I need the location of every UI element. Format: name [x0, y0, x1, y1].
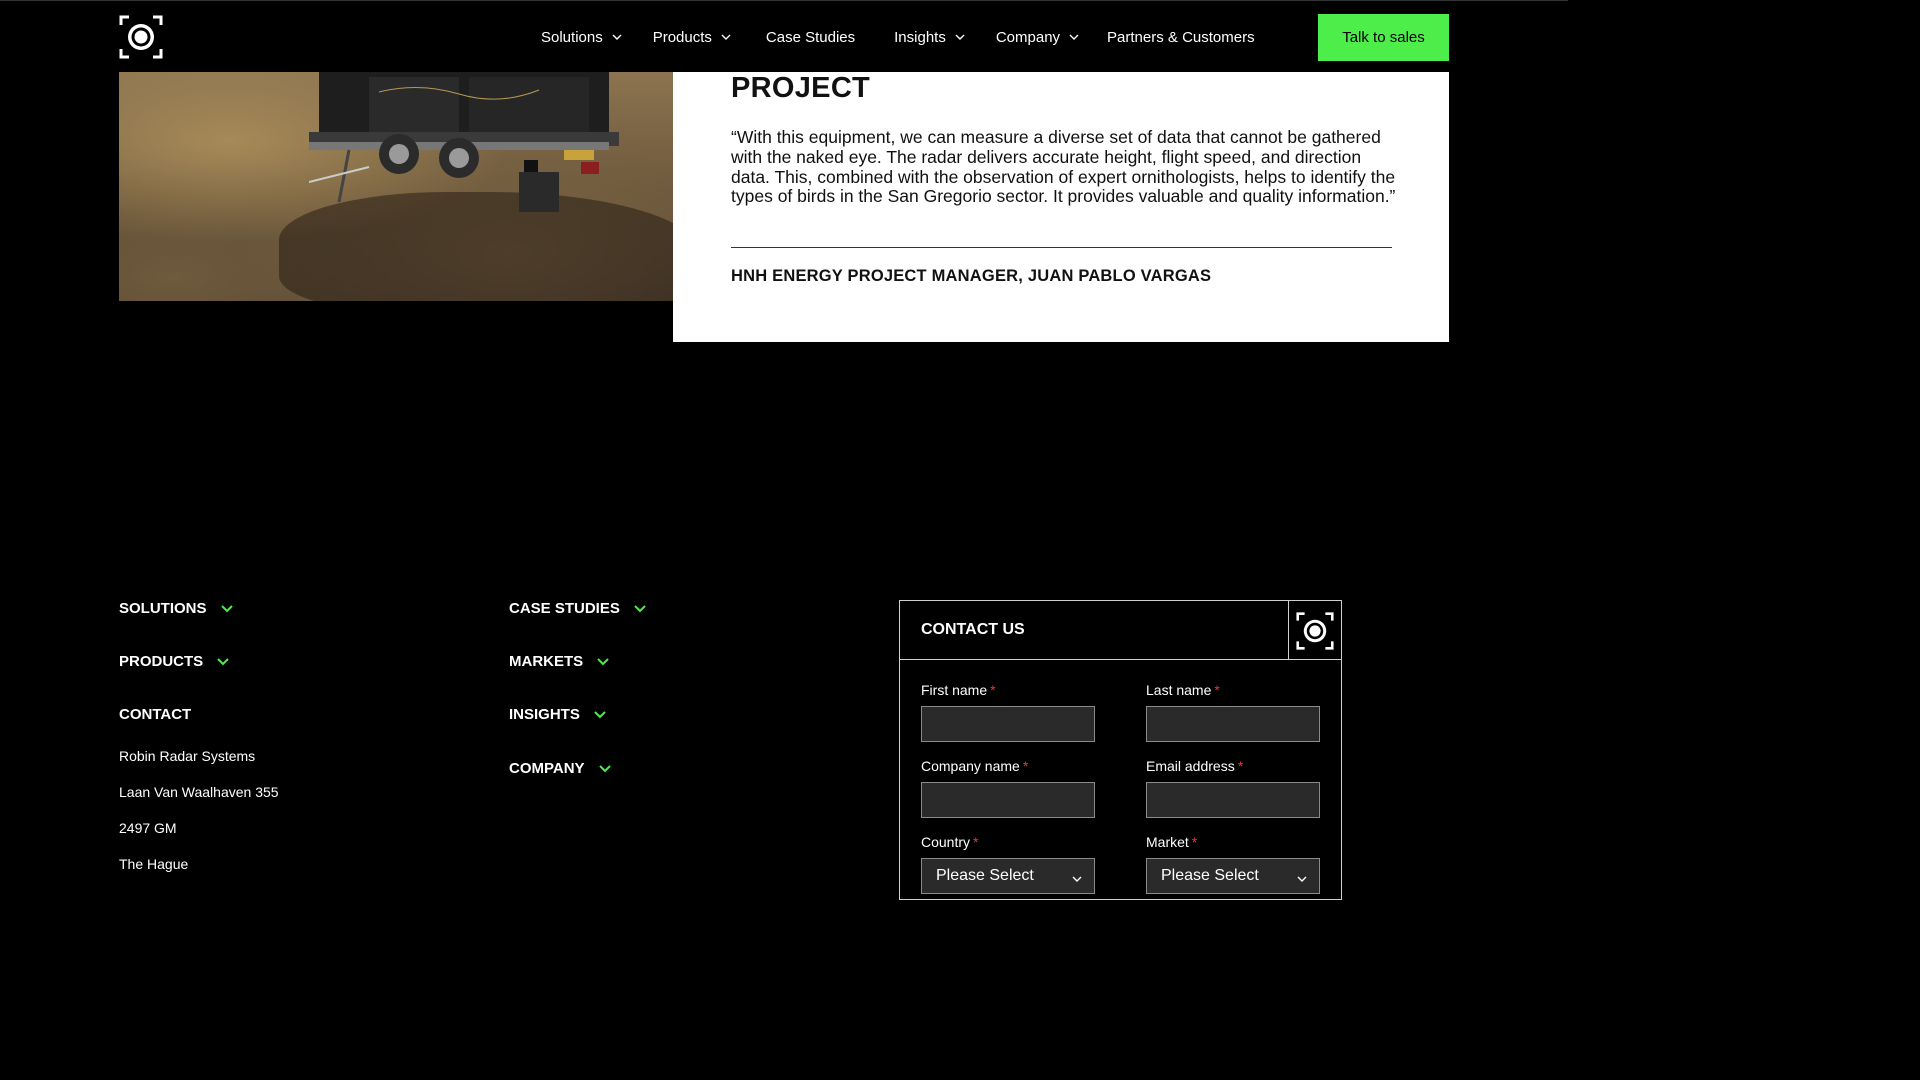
- footer-link-label: COMPANY: [509, 760, 585, 777]
- nav-item-label: Insights: [894, 28, 946, 46]
- required-mark: *: [1022, 758, 1029, 774]
- nav-item-label: Products: [652, 28, 712, 46]
- chevron-down-icon: [217, 657, 229, 665]
- nav-item-insights[interactable]: Insights: [894, 29, 966, 46]
- chevron-down-icon: [220, 604, 233, 612]
- radar-eye-logo-icon: [1296, 611, 1334, 650]
- contact-form-title: CONTACT US: [921, 621, 1025, 638]
- case-study-title: PROJECT: [731, 72, 871, 104]
- chevron-down-icon: [1072, 876, 1082, 882]
- footer-link-label: PRODUCTS: [119, 653, 204, 670]
- nav-item-products[interactable]: Products: [653, 29, 732, 46]
- company-name-label-text: Company name: [921, 758, 1020, 774]
- contact-logo: [1288, 601, 1341, 660]
- nav-item-label: Partners & Customers: [1107, 28, 1255, 46]
- first-name-label: First name *: [921, 682, 996, 698]
- last-name-input[interactable]: [1146, 706, 1320, 742]
- email-input[interactable]: [1146, 782, 1320, 818]
- talk-to-sales-button[interactable]: Talk to sales: [1318, 14, 1449, 61]
- first-name-label-text: First name: [921, 682, 988, 698]
- address-street: Laan Van Waalhaven 355: [119, 784, 279, 800]
- footer-link-insights[interactable]: INSIGHTS: [509, 706, 606, 723]
- footer-link-company[interactable]: COMPANY: [509, 760, 611, 777]
- radar-trailer-image: [309, 72, 619, 212]
- footer-link-case-studies[interactable]: CASE STUDIES: [509, 600, 646, 617]
- email-label-text: Email address: [1146, 758, 1235, 774]
- country-select-value: Please Select: [936, 867, 1034, 884]
- site-header: Solutions Products Case Studies Insights…: [0, 0, 1568, 72]
- address-company: Robin Radar Systems: [119, 748, 256, 764]
- chevron-down-icon: [955, 34, 965, 40]
- divider: [731, 247, 1392, 248]
- required-mark: *: [990, 682, 996, 698]
- chevron-down-icon: [721, 34, 731, 40]
- main-nav: Solutions Products Case Studies Insights…: [541, 1, 1255, 73]
- address-city: The Hague: [119, 856, 189, 872]
- case-study-photo: [119, 72, 673, 301]
- last-name-label: Last name *: [1146, 682, 1220, 698]
- market-select[interactable]: Please Select: [1146, 858, 1320, 894]
- footer-link-markets[interactable]: MARKETS: [509, 653, 609, 670]
- footer-link-contact[interactable]: CONTACT: [119, 706, 191, 723]
- country-label: Country *: [921, 834, 978, 850]
- chevron-down-icon: [597, 657, 609, 665]
- last-name-label-text: Last name: [1146, 682, 1212, 698]
- country-select[interactable]: Please Select: [921, 858, 1095, 894]
- nav-item-company[interactable]: Company: [996, 29, 1080, 46]
- chevron-down-icon: [1069, 34, 1079, 40]
- address-postcode: 2497 GM: [119, 820, 177, 836]
- chevron-down-icon: [634, 604, 646, 612]
- nav-item-label: Solutions: [541, 28, 603, 46]
- required-mark: *: [1214, 682, 1220, 698]
- chevron-down-icon: [598, 764, 611, 772]
- testimonial-card: PROJECT “With this equipment, we can mea…: [673, 72, 1449, 342]
- contact-form: CONTACT US First name * Last name * Compan…: [899, 600, 1342, 900]
- required-mark: *: [1191, 834, 1198, 850]
- nav-item-solutions[interactable]: Solutions: [541, 29, 623, 46]
- footer-link-label: SOLUTIONS: [119, 600, 207, 617]
- testimonial-author: HNH ENERGY PROJECT MANAGER, JUAN PABLO V…: [731, 267, 1212, 285]
- chevron-down-icon: [612, 34, 622, 40]
- email-label: Email address *: [1146, 758, 1243, 774]
- footer-link-label: MARKETS: [509, 653, 584, 670]
- nav-item-case-studies[interactable]: Case Studies: [766, 29, 855, 46]
- radar-eye-logo-icon[interactable]: [119, 15, 163, 59]
- nav-item-label: Case Studies: [765, 28, 856, 46]
- footer-link-label: CONTACT: [119, 706, 192, 723]
- testimonial-quote: “With this equipment, we can measure a d…: [731, 127, 1396, 207]
- required-mark: *: [973, 834, 979, 850]
- contact-form-header: CONTACT US: [900, 601, 1341, 660]
- nav-item-label: Company: [995, 28, 1061, 46]
- market-label-text: Market: [1146, 834, 1189, 850]
- company-name-label: Company name *: [921, 758, 1028, 774]
- market-label: Market *: [1146, 834, 1197, 850]
- footer-link-label: CASE STUDIES: [509, 600, 620, 617]
- footer-link-products[interactable]: PRODUCTS: [119, 653, 229, 670]
- chevron-down-icon: [1297, 876, 1307, 882]
- nav-item-partners-customers[interactable]: Partners & Customers: [1107, 29, 1255, 46]
- first-name-input[interactable]: [921, 706, 1095, 742]
- company-name-input[interactable]: [921, 782, 1095, 818]
- market-select-value: Please Select: [1161, 867, 1259, 884]
- chevron-down-icon: [594, 710, 606, 718]
- required-mark: *: [1237, 758, 1244, 774]
- footer-link-label: INSIGHTS: [509, 706, 580, 723]
- footer-link-solutions[interactable]: SOLUTIONS: [119, 600, 233, 617]
- country-label-text: Country: [921, 834, 971, 850]
